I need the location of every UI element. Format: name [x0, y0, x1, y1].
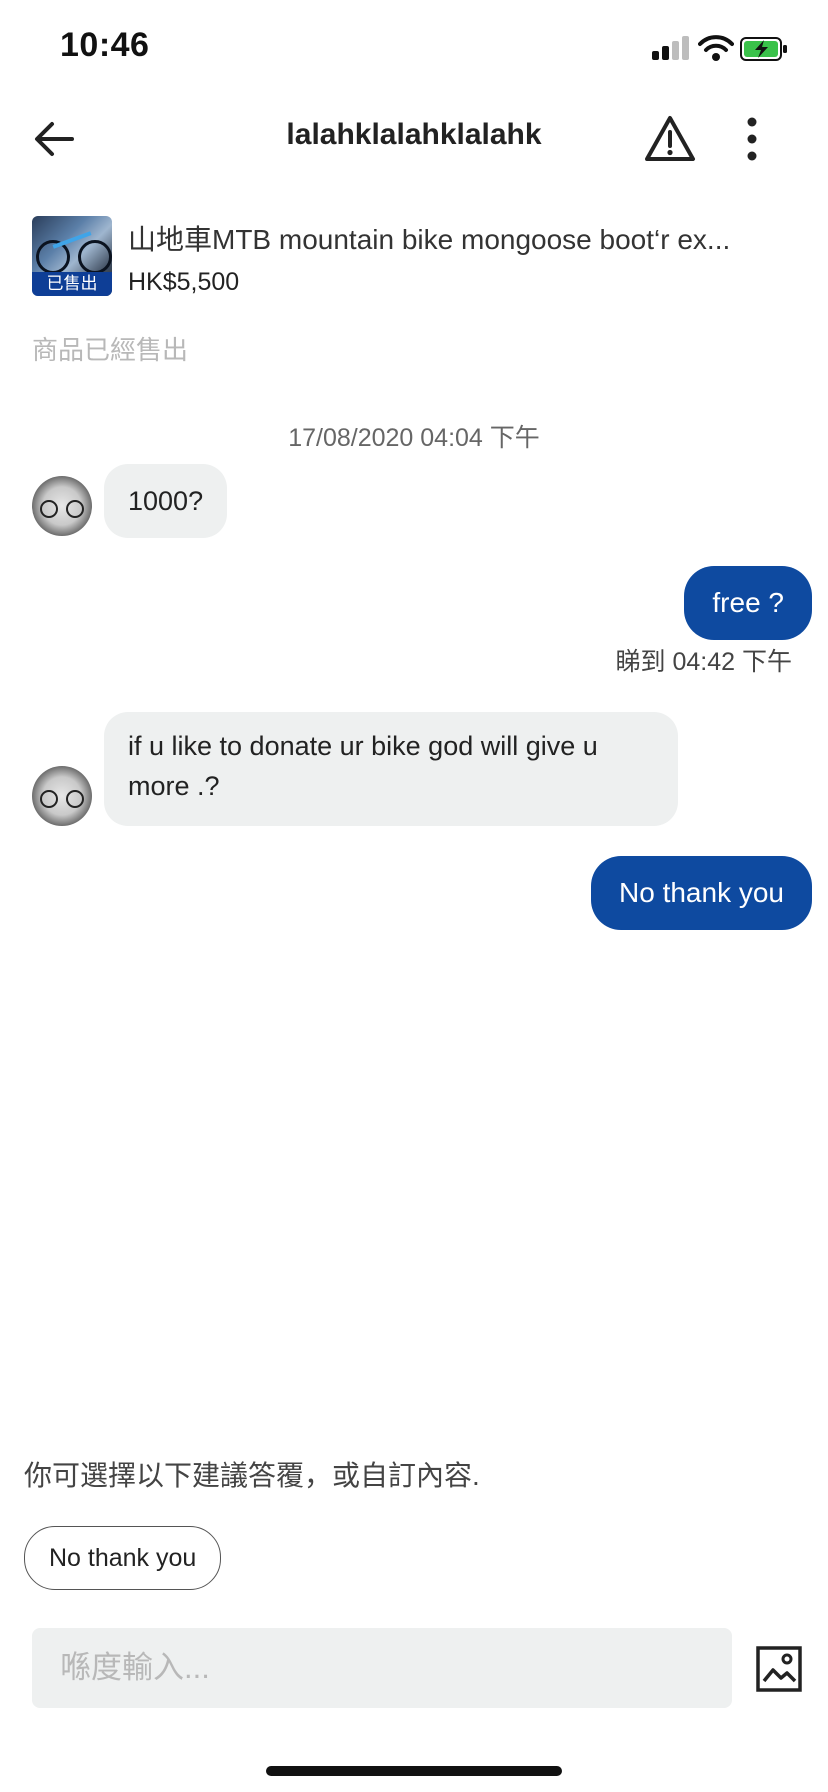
more-options-icon[interactable] [736, 114, 768, 164]
back-arrow-icon[interactable] [30, 114, 80, 164]
product-thumbnail[interactable]: 已售出 [32, 216, 112, 296]
suggested-reply-chip[interactable]: No thank you [24, 1526, 222, 1590]
battery-charging-icon [740, 37, 787, 61]
home-indicator [266, 1766, 562, 1776]
avatar[interactable] [32, 766, 92, 826]
status-time: 10:46 [60, 26, 150, 64]
message-bubble-incoming: if u like to donate ur bike god will giv… [104, 712, 678, 826]
message-bubble-outgoing: free ? [684, 566, 812, 640]
product-name[interactable]: 山地車MTB mountain bike mongoose boot‘r ex.… [128, 218, 808, 258]
suggestion-hint: 你可選擇以下建議答覆，或自訂內容. [24, 1460, 480, 1491]
message-bubble-incoming: 1000? [104, 464, 228, 538]
chat-date: 17/08/2020 04:04 下午 [288, 424, 540, 452]
sold-badge: 已售出 [32, 272, 112, 296]
sold-notice: 商品已經售出 [32, 335, 189, 365]
read-receipt: 睇到 04:42 下午 [615, 648, 792, 676]
wifi-icon [698, 35, 734, 61]
product-price: HK$5,500 [128, 268, 240, 296]
chat-partner-name: lalahklalahklalahk [286, 118, 542, 151]
cellular-signal-icon [652, 36, 690, 60]
report-warning-icon[interactable] [644, 114, 696, 164]
message-bubble-outgoing: No thank you [591, 856, 812, 930]
message-input[interactable] [32, 1628, 732, 1708]
image-upload-icon[interactable] [756, 1646, 802, 1692]
avatar[interactable] [32, 476, 92, 536]
